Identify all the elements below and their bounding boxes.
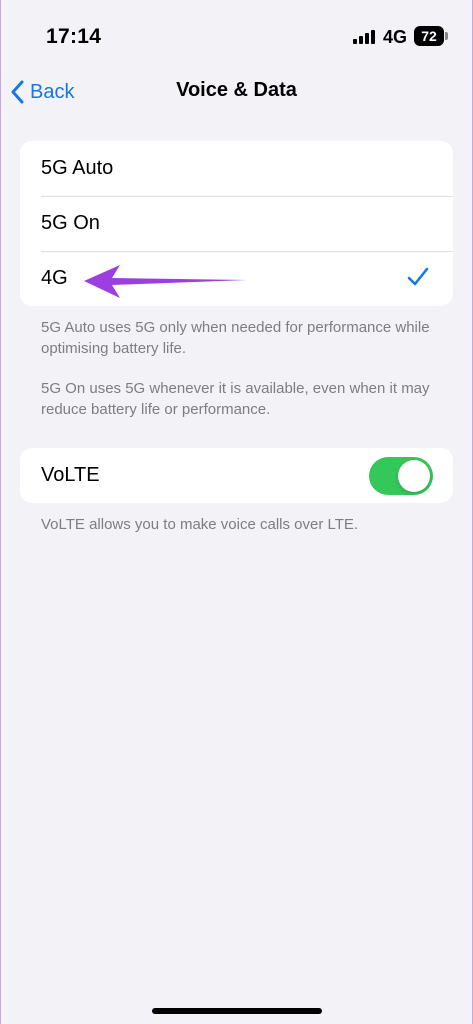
option-label: 5G Auto (41, 157, 114, 179)
checkmark-icon (407, 267, 429, 286)
status-bar: 17:14 4G 72 (0, 0, 473, 70)
volte-group: VoLTE (20, 448, 453, 503)
navigation-bar: Back Voice & Data (0, 70, 473, 114)
page-title: Voice & Data (176, 79, 297, 101)
signal-icon (353, 30, 375, 44)
volte-label: VoLTE (41, 464, 100, 486)
volte-footer: VoLTE allows you to make voice calls ove… (41, 516, 359, 533)
option-5g-auto[interactable]: 5G Auto (20, 141, 453, 196)
toggle-knob (398, 460, 430, 492)
battery-tip (445, 32, 448, 40)
option-label: 4G (41, 267, 68, 289)
network-type: 4G (383, 27, 408, 47)
volte-row: VoLTE (20, 448, 453, 503)
option-label: 5G On (41, 212, 100, 234)
arrow-left-icon (84, 265, 247, 298)
volte-toggle[interactable] (369, 457, 433, 495)
option-5g-on[interactable]: 5G On (20, 196, 453, 251)
options-footer-1: 5G Auto uses 5G only when needed for per… (41, 319, 430, 357)
options-footer-2: 5G On uses 5G whenever it is available, … (41, 380, 430, 418)
left-edge-line (0, 0, 1, 1024)
status-time: 17:14 (46, 25, 102, 48)
battery-icon: 72 (414, 26, 444, 46)
home-indicator[interactable] (152, 1008, 322, 1014)
